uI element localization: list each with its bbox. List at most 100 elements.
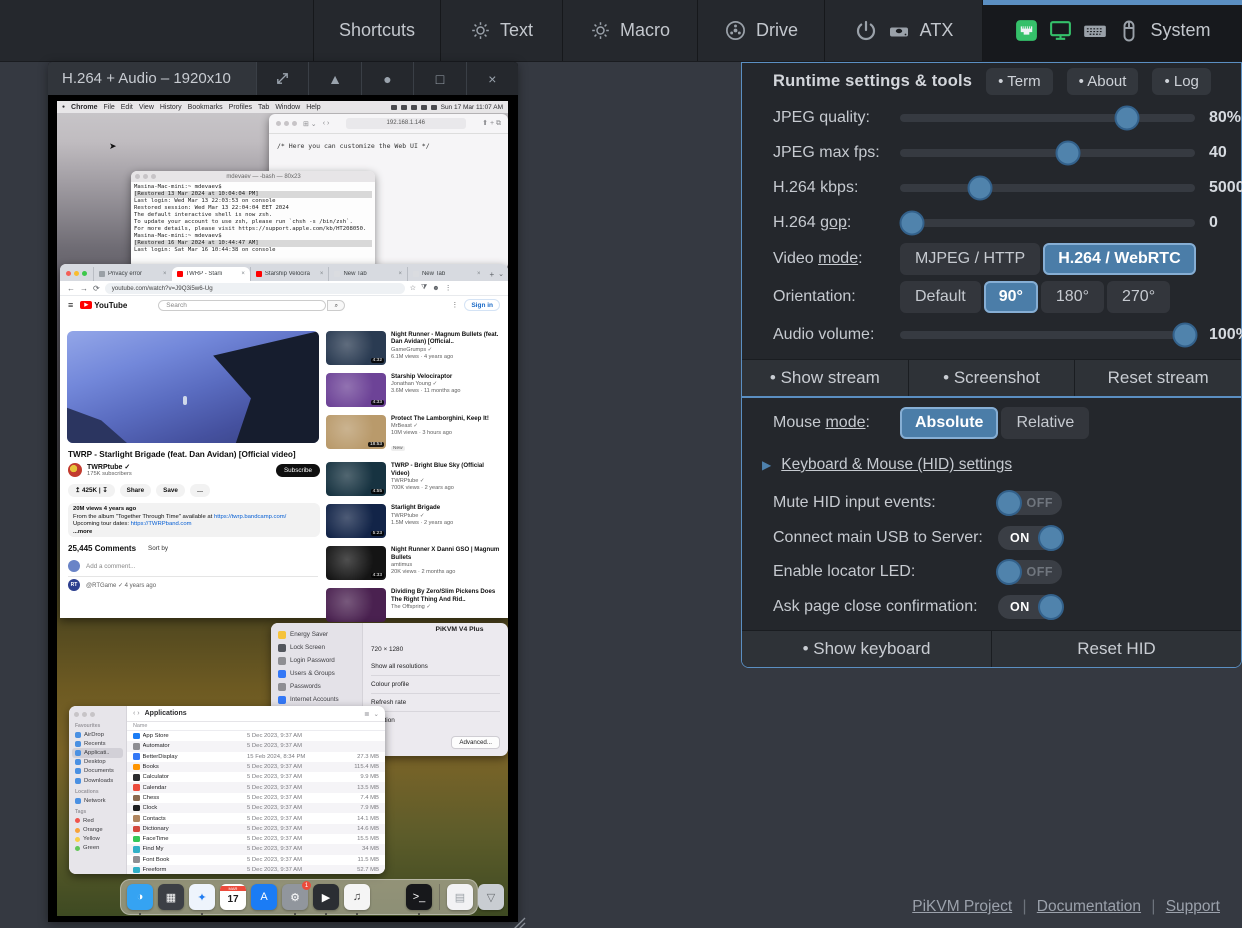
server-icon	[887, 19, 911, 43]
footer-link-pikvm-project[interactable]: PiKVM Project	[912, 898, 1012, 915]
orientation-option-270-[interactable]: 270°	[1107, 281, 1170, 313]
video-thumbnail: 18:53	[326, 415, 386, 449]
h264-gop-slider-thumb[interactable]	[899, 210, 924, 235]
toggle-ask-page-close-confirmation[interactable]: ON	[998, 595, 1062, 619]
video-thumbnail: 4:33	[326, 546, 386, 580]
file-name: Books	[143, 764, 248, 770]
stream-expand-button[interactable]	[256, 62, 308, 95]
video-meta: 3.6M views · 11 months ago	[391, 388, 461, 394]
tab-close-icon[interactable]: ×	[477, 271, 481, 277]
tab-close-icon[interactable]: ×	[320, 271, 324, 277]
sidebar-item-label: Red	[83, 818, 94, 824]
nav-item-macro[interactable]: Macro	[562, 0, 697, 61]
panel-tab-log[interactable]: • Log	[1152, 68, 1210, 95]
panel-tab-about[interactable]: • About	[1067, 68, 1139, 95]
toggle-row: Connect main USB to Server:ON	[742, 521, 1241, 556]
video-mode-option-mjpeg-http[interactable]: MJPEG / HTTP	[900, 243, 1040, 275]
toggle-label: Connect main USB to Server:	[773, 529, 998, 547]
sidebar-item-label: Orange	[83, 827, 103, 833]
tab-close-icon[interactable]: ×	[163, 271, 167, 277]
toggle-mute-hid-input-events[interactable]: OFF	[998, 491, 1062, 515]
panel-button-reset-hid[interactable]: Reset HID	[992, 631, 1241, 667]
orientation-option-180-[interactable]: 180°	[1041, 281, 1104, 313]
browser-tab[interactable]: TWRP - Starli×	[172, 267, 250, 281]
orientation-label: Orientation:	[773, 288, 900, 306]
tab-search-caret-icon[interactable]: ⌄	[498, 270, 504, 281]
h264-kbps-slider[interactable]	[900, 184, 1195, 192]
settings-sidebar-item: Internet Accounts	[275, 693, 358, 706]
tag-dot	[75, 818, 80, 823]
stream-window-header[interactable]: H.264 + Audio – 1920x10 ▲●□×	[48, 62, 518, 95]
new-tab-button[interactable]: +	[489, 270, 494, 279]
video-text: Protect The Lamborghini, Keep It!MrBeast…	[391, 415, 489, 454]
finder-sidebar-section: Favourites	[75, 723, 123, 729]
panel-tab-term[interactable]: • Term	[986, 68, 1052, 95]
panel-button-show-keyboard[interactable]: • Show keyboard	[742, 631, 991, 667]
h264-kbps-value: 5000	[1209, 179, 1242, 197]
audio-volume-slider[interactable]	[900, 331, 1195, 339]
menubar-status-area: Sun 17 Mar 11:07 AM	[391, 104, 503, 111]
video-mode-option-h-264-webrtc[interactable]: H.264 / WebRTC	[1043, 243, 1195, 275]
nav-item-atx[interactable]: ATX	[824, 0, 982, 61]
browser-tab[interactable]: New Tab×	[407, 267, 486, 281]
browser-tab[interactable]: Privacy error×	[93, 267, 172, 281]
youtube-logo: ▶YouTube	[80, 301, 127, 310]
panel-button-reset-stream[interactable]: Reset stream	[1075, 360, 1241, 396]
tab-close-icon[interactable]: ×	[241, 271, 245, 277]
h264-gop-slider[interactable]	[900, 219, 1195, 227]
toggle-enable-locator-led[interactable]: OFF	[998, 560, 1062, 584]
stream-record-button[interactable]: ●	[361, 62, 413, 95]
file-name: Font Book	[143, 857, 248, 863]
jpeg-max-fps-slider[interactable]	[900, 149, 1195, 157]
nav-item-text[interactable]: Text	[440, 0, 562, 61]
orientation-option-default[interactable]: Default	[900, 281, 981, 313]
window-resize-grip[interactable]	[510, 914, 526, 928]
hid-settings-link[interactable]: Keyboard & Mouse (HID) settings	[781, 456, 1012, 474]
settings-sidebar-item: Passwords	[275, 680, 358, 693]
monitor-icon	[1048, 18, 1073, 43]
video-title: Starlight Brigade	[391, 504, 453, 511]
tab-close-icon[interactable]: ×	[398, 271, 402, 277]
youtube-search-input: Search⌕	[158, 300, 326, 311]
finder-sidebar-item: Documents	[72, 767, 123, 776]
nav-item-system[interactable]: System	[982, 0, 1242, 61]
youtube-video-title: TWRP - Starlight Brigade (feat. Dan Avid…	[68, 450, 296, 459]
toggle-connect-main-usb-to-server[interactable]: ON	[998, 526, 1062, 550]
panel-button-screenshot[interactable]: • Screenshot	[909, 360, 1075, 396]
footer-link-documentation[interactable]: Documentation	[1037, 898, 1141, 915]
stream-shade-button[interactable]: ▲	[308, 62, 360, 95]
video-title: Starship Velociraptor	[391, 373, 461, 380]
jpeg-quality-slider[interactable]	[900, 114, 1195, 122]
traffic-lights	[74, 712, 123, 717]
video-duration-badge: 4:33	[371, 400, 384, 405]
nav-item-shortcuts[interactable]: Shortcuts	[313, 0, 440, 61]
browser-tab[interactable]: New Tab×	[328, 267, 407, 281]
jpeg-quality-slider-thumb[interactable]	[1115, 105, 1140, 130]
browser-tab[interactable]: Starship Velocira×	[250, 267, 329, 281]
yt-action-more: …	[190, 484, 210, 497]
orientation-option-90-[interactable]: 90°	[984, 281, 1038, 313]
mouse-mode-option-relative[interactable]: Relative	[1001, 407, 1089, 439]
h264-kbps-slider-thumb[interactable]	[967, 175, 992, 200]
file-icon	[133, 733, 140, 740]
sort-by-control: Sort by	[148, 545, 168, 552]
subscribe-button: Subscribe	[276, 464, 320, 477]
mouse-mode-option-absolute[interactable]: Absolute	[900, 407, 998, 439]
stream-window-button[interactable]: □	[413, 62, 465, 95]
stream-close-button[interactable]: ×	[466, 62, 518, 95]
panel-button-show-stream[interactable]: • Show stream	[742, 360, 908, 396]
remote-desktop-screen[interactable]: ⊞ ⌄ ‹ › 192.168.1.146 ⬆ + ⧉ /* Here you …	[57, 101, 508, 916]
jpeg-max-fps-slider-thumb[interactable]	[1056, 140, 1081, 165]
video-duration-badge: 4:32	[371, 358, 384, 363]
footer-link-support[interactable]: Support	[1166, 898, 1220, 915]
h264-gop-value: 0	[1209, 214, 1218, 232]
audio-volume-slider-thumb[interactable]	[1172, 322, 1197, 347]
panel-title: Runtime settings & tools	[773, 72, 972, 91]
nav-item-drive[interactable]: Drive	[697, 0, 824, 61]
settings-item-icon	[278, 683, 286, 691]
finder-sidebar-item: Applicati..	[72, 748, 123, 757]
dock-icon-safari: ✦	[189, 884, 215, 910]
h264-kbps-row: H.264 kbps:5000	[742, 170, 1241, 205]
file-size: 7.4 MB	[339, 795, 379, 801]
finder-file-row: Find My5 Dec 2023, 9:37 AM34 MB	[127, 844, 385, 854]
